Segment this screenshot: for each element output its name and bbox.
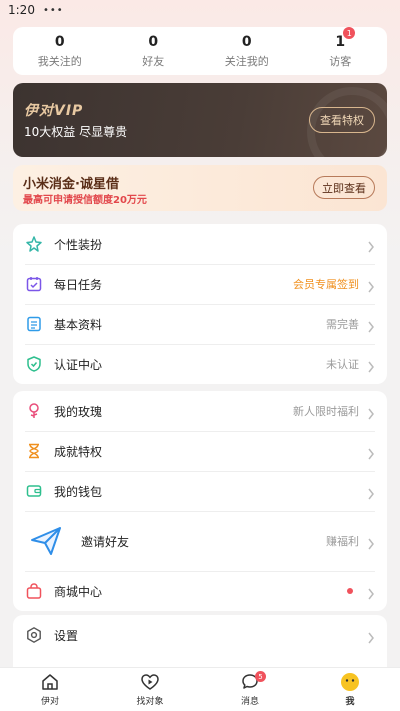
menu-label: 邀请好友 — [81, 534, 130, 549]
smiley-face-icon — [340, 672, 360, 692]
chevron-right-icon — [367, 358, 375, 373]
heart-play-icon — [140, 672, 160, 692]
tab-label: 我 — [345, 697, 355, 707]
chevron-right-icon — [367, 485, 375, 500]
vip-title: 伊对VIP — [24, 103, 84, 119]
menu-item-daily-tasks[interactable]: 每日任务 会员专属签到 — [13, 264, 387, 304]
hourglass-icon — [25, 442, 43, 460]
loan-title: 小米消金·诚星借 — [23, 177, 119, 192]
chevron-right-icon — [367, 535, 375, 550]
document-icon — [25, 315, 43, 333]
menu-item-settings[interactable]: 设置 — [13, 615, 387, 655]
menu-item-roses[interactable]: 我的玫瑰 新人限时福利 — [13, 391, 387, 431]
bottom-tab-bar: 伊对 找对象 5 消息 我 — [0, 667, 400, 711]
tab-label: 消息 — [240, 697, 259, 707]
menu-right-text: 赚福利 — [326, 535, 359, 548]
menu-item-achievements[interactable]: 成就特权 — [13, 431, 387, 471]
tab-messages[interactable]: 5 消息 — [200, 668, 300, 711]
chevron-right-icon — [367, 238, 375, 253]
stats-card: 0 我关注的 0 好友 0 关注我的 1 1 访客 — [13, 27, 387, 75]
stat-visitors[interactable]: 1 1 访客 — [294, 27, 388, 75]
visitors-badge: 1 — [343, 27, 356, 39]
loan-banner[interactable]: 小米消金·诚星借 最高可申请授信额度20万元 立即查看 — [13, 165, 387, 211]
menu-label: 个性装扮 — [54, 237, 103, 252]
stat-label: 好友 — [142, 54, 165, 68]
paper-plane-icon — [29, 524, 63, 558]
tab-find-match[interactable]: 找对象 — [100, 668, 200, 711]
menu-label: 每日任务 — [54, 277, 103, 292]
menu-group-profile: 个性装扮 每日任务 会员专属签到 基本资料 需完善 认证中心 未认证 — [13, 224, 387, 384]
stat-number: 0 — [148, 33, 159, 50]
tab-label: 找对象 — [136, 697, 164, 707]
menu-item-basic-info[interactable]: 基本资料 需完善 — [13, 304, 387, 344]
menu-right-text: 新人限时福利 — [293, 405, 359, 418]
menu-label: 成就特权 — [54, 444, 103, 459]
status-dots: ••• — [42, 4, 64, 16]
vip-banner[interactable]: 伊对VIP 10大权益 尽显尊贵 查看特权 — [13, 83, 387, 157]
menu-label: 我的钱包 — [54, 484, 103, 499]
menu-label: 我的玫瑰 — [54, 404, 103, 419]
shield-check-icon — [25, 355, 43, 373]
stat-number: 0 — [241, 33, 252, 50]
chevron-right-icon — [367, 445, 375, 460]
menu-label: 基本资料 — [54, 317, 103, 332]
stat-number: 0 — [54, 33, 65, 50]
menu-item-dress-up[interactable]: 个性装扮 — [13, 224, 387, 264]
chevron-right-icon — [367, 405, 375, 420]
menu-right-text: 需完善 — [326, 318, 359, 331]
menu-right-text: 会员专属签到 — [293, 278, 359, 291]
menu-label: 商城中心 — [54, 584, 103, 599]
view-now-button[interactable]: 立即查看 — [313, 176, 375, 199]
chevron-right-icon — [367, 585, 375, 600]
tab-home[interactable]: 伊对 — [0, 668, 100, 711]
menu-group-benefits: 我的玫瑰 新人限时福利 成就特权 我的钱包 邀请好友 赚福利 商城中心 — [13, 391, 387, 611]
stat-label: 访客 — [329, 54, 352, 68]
stat-followers[interactable]: 0 关注我的 — [200, 27, 294, 75]
menu-label: 认证中心 — [54, 357, 103, 372]
shopping-bag-icon — [25, 582, 43, 600]
vip-subtitle: 10大权益 尽显尊贵 — [24, 125, 128, 139]
status-bar: 1:20 ••• — [0, 0, 400, 20]
menu-label: 设置 — [54, 628, 79, 643]
tab-label: 伊对 — [40, 697, 59, 707]
star-pin-icon — [25, 235, 43, 253]
wallet-icon — [25, 482, 43, 500]
stat-label: 我关注的 — [37, 54, 82, 68]
stat-friends[interactable]: 0 好友 — [107, 27, 201, 75]
rose-icon — [25, 402, 43, 420]
notification-dot — [347, 588, 353, 594]
menu-item-invite-friends[interactable]: 邀请好友 赚福利 — [13, 511, 387, 571]
tab-me[interactable]: 我 — [300, 668, 400, 711]
calendar-check-icon — [25, 275, 43, 293]
chevron-right-icon — [367, 629, 375, 644]
chevron-right-icon — [367, 278, 375, 293]
home-icon — [40, 672, 60, 692]
messages-badge: 5 — [255, 671, 266, 682]
menu-item-mall[interactable]: 商城中心 — [13, 571, 387, 611]
menu-group-settings: 设置 — [13, 615, 387, 667]
menu-item-verification[interactable]: 认证中心 未认证 — [13, 344, 387, 384]
stat-label: 关注我的 — [224, 54, 269, 68]
chevron-right-icon — [367, 318, 375, 333]
status-time: 1:20 — [8, 3, 35, 17]
gear-icon — [25, 626, 43, 644]
loan-subtitle: 最高可申请授信额度20万元 — [23, 195, 147, 206]
stat-following[interactable]: 0 我关注的 — [13, 27, 107, 75]
view-privileges-button[interactable]: 查看特权 — [309, 107, 375, 133]
menu-right-text: 未认证 — [326, 358, 359, 371]
menu-item-wallet[interactable]: 我的钱包 — [13, 471, 387, 511]
